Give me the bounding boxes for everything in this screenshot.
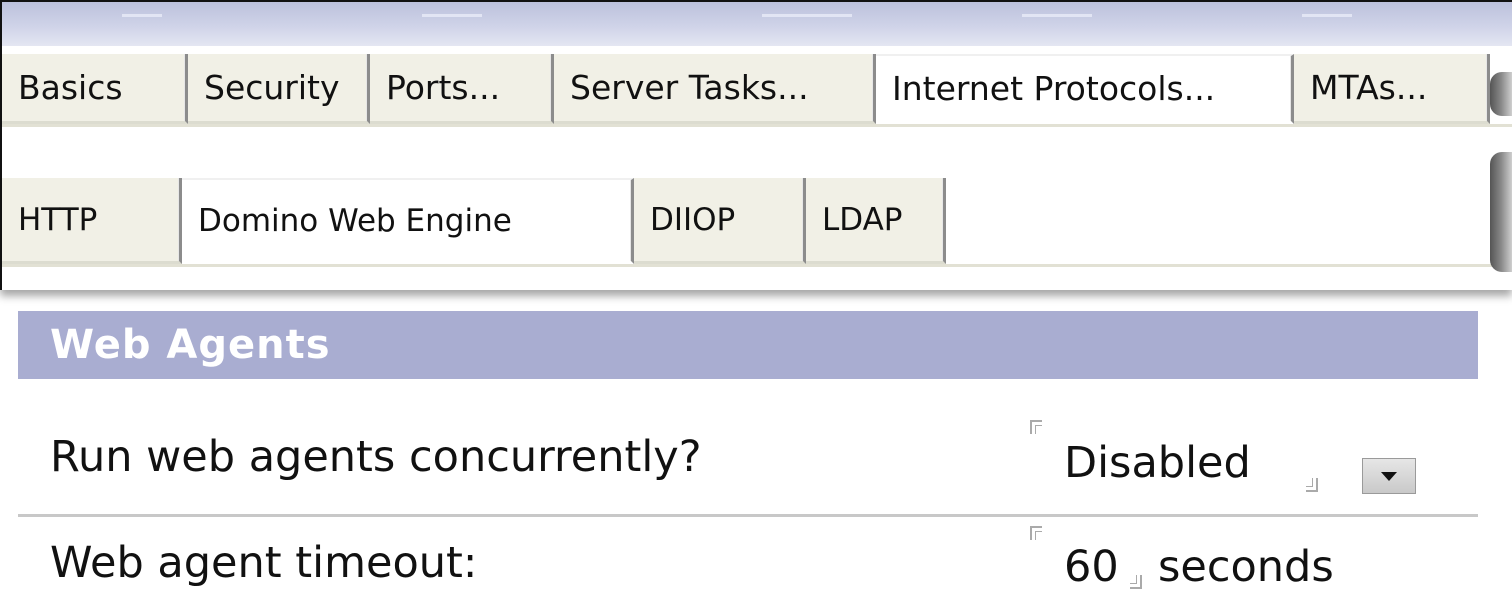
tab-row-divider bbox=[2, 124, 1512, 127]
field-bracket-icon bbox=[1130, 575, 1142, 589]
field-bracket-icon bbox=[1030, 526, 1042, 540]
section-header-web-agents: Web Agents bbox=[18, 311, 1478, 379]
tab-label: MTAs... bbox=[1310, 68, 1428, 107]
field-bracket-icon bbox=[1030, 420, 1042, 434]
chevron-down-icon[interactable] bbox=[1362, 458, 1416, 494]
tab-label: Security bbox=[204, 68, 340, 107]
timeout-label: Web agent timeout: bbox=[50, 538, 478, 588]
tab-label: Internet Protocols... bbox=[892, 69, 1216, 108]
tab-label: DIIOP bbox=[650, 201, 736, 238]
tab-server-tasks[interactable]: Server Tasks... bbox=[554, 54, 876, 124]
decorative-header-strip bbox=[2, 2, 1512, 46]
tab-label: Domino Web Engine bbox=[198, 202, 512, 239]
tab-ldap[interactable]: LDAP bbox=[806, 178, 946, 264]
tab-panel: Basics Security Ports... Server Tasks...… bbox=[0, 0, 1512, 290]
sub-tab-row: HTTP Domino Web Engine DIIOP LDAP bbox=[2, 178, 946, 264]
tab-basics[interactable]: Basics bbox=[2, 54, 188, 124]
tab-label: HTTP bbox=[18, 201, 98, 238]
scroll-edge-decoration bbox=[1490, 152, 1512, 272]
tab-domino-web-engine[interactable]: Domino Web Engine bbox=[182, 178, 634, 264]
section-title: Web Agents bbox=[50, 322, 331, 368]
run-concurrently-value[interactable]: Disabled bbox=[1064, 438, 1251, 488]
tab-security[interactable]: Security bbox=[188, 54, 370, 124]
field-bracket-icon bbox=[1306, 478, 1318, 492]
sub-tab-row-divider bbox=[2, 264, 1512, 267]
main-tab-row: Basics Security Ports... Server Tasks...… bbox=[2, 54, 1490, 124]
tab-internet-protocols[interactable]: Internet Protocols... bbox=[876, 54, 1294, 124]
tab-mtas[interactable]: MTAs... bbox=[1294, 54, 1490, 124]
tab-label: Server Tasks... bbox=[570, 68, 809, 107]
scroll-edge-decoration bbox=[1490, 72, 1512, 116]
row-divider bbox=[18, 514, 1478, 517]
server-config-screen: Basics Security Ports... Server Tasks...… bbox=[0, 0, 1512, 593]
tab-ports[interactable]: Ports... bbox=[370, 54, 554, 124]
tab-http[interactable]: HTTP bbox=[2, 178, 182, 264]
timeout-units: seconds bbox=[1158, 542, 1334, 592]
timeout-value-input[interactable]: 60 bbox=[1064, 542, 1119, 592]
tab-label: Basics bbox=[18, 68, 123, 107]
tab-label: Ports... bbox=[386, 68, 501, 107]
tab-diiop[interactable]: DIIOP bbox=[634, 178, 806, 264]
run-concurrently-label: Run web agents concurrently? bbox=[50, 432, 702, 482]
tab-label: LDAP bbox=[822, 201, 903, 238]
